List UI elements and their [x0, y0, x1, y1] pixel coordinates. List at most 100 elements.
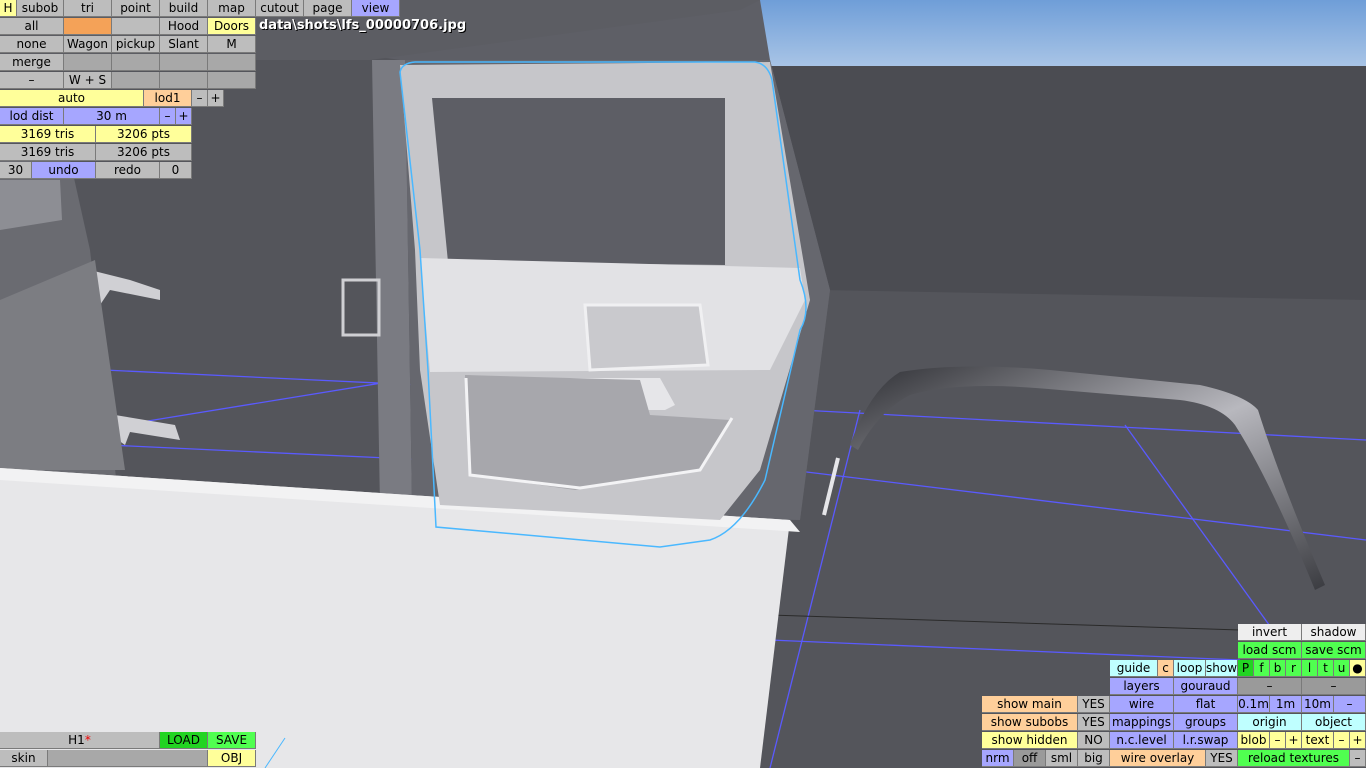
redo-button[interactable]: redo: [96, 162, 160, 179]
obj-button[interactable]: OBJ: [208, 750, 256, 767]
loop-button[interactable]: loop: [1174, 660, 1206, 677]
view-t-button[interactable]: t: [1318, 660, 1334, 677]
mappings-button[interactable]: mappings: [1110, 714, 1174, 731]
w-plus-s-button[interactable]: W + S: [64, 72, 112, 89]
load-button[interactable]: LOAD: [160, 732, 208, 749]
nc-level-button[interactable]: n.c.level: [1110, 732, 1174, 749]
lod-level-button[interactable]: lod1: [144, 90, 192, 107]
h-button[interactable]: H: [0, 0, 17, 17]
wire-button[interactable]: wire: [1110, 696, 1174, 713]
lod-dist-minus[interactable]: –: [160, 108, 176, 125]
blob-plus-button[interactable]: +: [1286, 732, 1302, 749]
skin-field[interactable]: [48, 750, 208, 767]
grid-10m-button[interactable]: 10m: [1302, 696, 1334, 713]
origin-button[interactable]: origin: [1238, 714, 1302, 731]
wire-overlay-label[interactable]: wire overlay: [1110, 750, 1206, 767]
empty-slot: [208, 54, 256, 71]
text-minus-button[interactable]: –: [1334, 732, 1350, 749]
lod-dist-label: lod dist: [0, 108, 64, 125]
select-none-button[interactable]: none: [0, 36, 64, 53]
subob-tab[interactable]: subob: [17, 0, 64, 17]
view-p-button[interactable]: P: [1238, 660, 1254, 677]
hood-button[interactable]: Hood: [160, 18, 208, 35]
invert-button[interactable]: invert: [1238, 624, 1302, 641]
build-tab[interactable]: build: [160, 0, 208, 17]
skin-button[interactable]: skin: [0, 750, 48, 767]
slant-button[interactable]: Slant: [160, 36, 208, 53]
c-button[interactable]: c: [1158, 660, 1174, 677]
text-button[interactable]: text: [1302, 732, 1334, 749]
point-count: 3206 pts: [96, 126, 192, 143]
show-main-toggle[interactable]: YES: [1078, 696, 1110, 713]
grid-01m-button[interactable]: 0.1m: [1238, 696, 1270, 713]
blob-button[interactable]: blob: [1238, 732, 1270, 749]
tri-tab[interactable]: tri: [64, 0, 112, 17]
pickup-button[interactable]: pickup: [112, 36, 160, 53]
layers-button[interactable]: layers: [1110, 678, 1174, 695]
lod-plus-button[interactable]: +: [208, 90, 224, 107]
3d-viewport[interactable]: [0, 0, 1366, 768]
gouraud-button[interactable]: gouraud: [1174, 678, 1238, 695]
doors-button[interactable]: Doors: [208, 18, 256, 35]
tri-count: 3169 tris: [0, 126, 96, 143]
empty-slot: [160, 72, 208, 89]
dash-button[interactable]: –: [1302, 678, 1366, 695]
m-button[interactable]: M: [208, 36, 256, 53]
load-scm-button[interactable]: load scm: [1238, 642, 1302, 659]
view-r-button[interactable]: r: [1286, 660, 1302, 677]
view-dot-button[interactable]: ●: [1350, 660, 1366, 677]
groups-button[interactable]: groups: [1174, 714, 1238, 731]
map-tab[interactable]: map: [208, 0, 256, 17]
nrm-button[interactable]: nrm: [982, 750, 1014, 767]
show-button[interactable]: show: [1206, 660, 1238, 677]
view-tab[interactable]: view: [352, 0, 400, 17]
show-subobs-label[interactable]: show subobs: [982, 714, 1078, 731]
show-hidden-toggle[interactable]: NO: [1078, 732, 1110, 749]
lod-minus-button[interactable]: –: [192, 90, 208, 107]
lod-auto-button[interactable]: auto: [0, 90, 144, 107]
sml-button[interactable]: sml: [1046, 750, 1078, 767]
lod-dist-plus[interactable]: +: [176, 108, 192, 125]
reload-textures-button[interactable]: reload textures: [1238, 750, 1350, 767]
lr-swap-button[interactable]: l.r.swap: [1174, 732, 1238, 749]
save-button[interactable]: SAVE: [208, 732, 256, 749]
cutout-tab[interactable]: cutout: [256, 0, 304, 17]
flat-button[interactable]: flat: [1174, 696, 1238, 713]
grid-1m-button[interactable]: 1m: [1270, 696, 1302, 713]
save-scm-button[interactable]: save scm: [1302, 642, 1366, 659]
unsaved-star: *: [84, 733, 91, 747]
dash-button[interactable]: –: [1238, 678, 1302, 695]
object-button[interactable]: object: [1302, 714, 1366, 731]
view-l-button[interactable]: l: [1302, 660, 1318, 677]
empty-slot: [208, 72, 256, 89]
show-subobs-toggle[interactable]: YES: [1078, 714, 1110, 731]
empty-slot: [64, 54, 112, 71]
view-f-button[interactable]: f: [1254, 660, 1270, 677]
lod-dist-value[interactable]: 30 m: [64, 108, 160, 125]
group-slot-1[interactable]: [64, 18, 112, 35]
group-slot-2[interactable]: [112, 18, 160, 35]
wire-overlay-toggle[interactable]: YES: [1206, 750, 1238, 767]
show-main-label[interactable]: show main: [982, 696, 1078, 713]
merge-button[interactable]: merge: [0, 54, 64, 71]
point-tab[interactable]: point: [112, 0, 160, 17]
select-all-button[interactable]: all: [0, 18, 64, 35]
blob-minus-button[interactable]: –: [1270, 732, 1286, 749]
empty-slot: [160, 54, 208, 71]
object-name[interactable]: H1*: [0, 732, 160, 749]
shadow-button[interactable]: shadow: [1302, 624, 1366, 641]
minus-button[interactable]: –: [0, 72, 64, 89]
text-plus-button[interactable]: +: [1350, 732, 1366, 749]
show-hidden-label[interactable]: show hidden: [982, 732, 1078, 749]
undo-button[interactable]: undo: [32, 162, 96, 179]
off-button[interactable]: off: [1014, 750, 1046, 767]
page-tab[interactable]: page: [304, 0, 352, 17]
view-u-button[interactable]: u: [1334, 660, 1350, 677]
empty-slot: [112, 54, 160, 71]
big-button[interactable]: big: [1078, 750, 1110, 767]
guide-button[interactable]: guide: [1110, 660, 1158, 677]
grid-minus-button[interactable]: –: [1334, 696, 1366, 713]
reload-minus-button[interactable]: –: [1350, 750, 1366, 767]
wagon-button[interactable]: Wagon: [64, 36, 112, 53]
view-b-button[interactable]: b: [1270, 660, 1286, 677]
